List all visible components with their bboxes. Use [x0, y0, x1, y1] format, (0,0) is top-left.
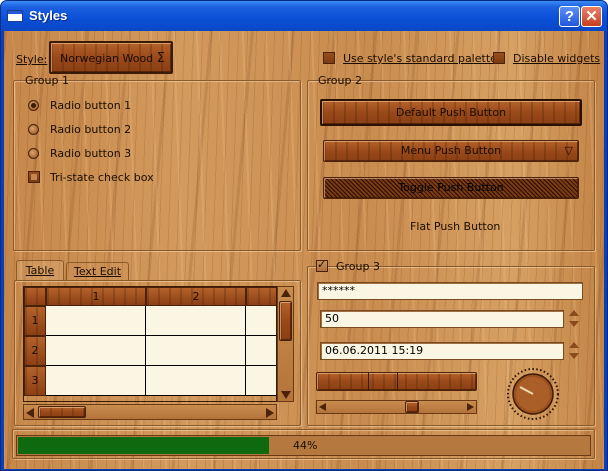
table-vertical-scrollbar[interactable] [277, 286, 294, 402]
group-3-title: Group 3 [336, 260, 380, 273]
close-button[interactable]: ✕ [581, 6, 602, 27]
group-3-checkbox[interactable] [316, 258, 328, 272]
radio-button-1-label: Radio button 1 [50, 99, 132, 112]
tab-table-label: Table [25, 264, 55, 277]
group-1-title: Group 1 [25, 74, 69, 87]
progress-label: 44% [293, 439, 318, 452]
radio-button-1[interactable] [28, 100, 39, 111]
style-label: Style: [16, 53, 48, 66]
row-header-2[interactable]: 2 [24, 336, 46, 366]
radio-button-2[interactable] [28, 124, 39, 135]
spinbox-buttons[interactable] [567, 308, 581, 330]
style-combobox[interactable]: Norwegian Wood Σ [49, 41, 173, 74]
combobox-arrow-icon: Σ [156, 51, 165, 66]
tab-text-edit[interactable]: Text Edit [66, 262, 129, 281]
row-header-3[interactable]: 3 [24, 366, 46, 396]
slider-handle[interactable] [405, 401, 419, 413]
table-cell[interactable] [46, 336, 146, 366]
scrollbar-widget-thumb[interactable] [368, 373, 398, 390]
spinbox-input[interactable]: 50 [320, 310, 564, 328]
scroll-down-arrow-icon[interactable] [281, 391, 291, 399]
datetime-spin-buttons[interactable] [567, 340, 581, 362]
slider-widget[interactable] [316, 400, 477, 414]
horizontal-scrollbar-widget[interactable] [316, 372, 477, 391]
table-horizontal-scrollbar[interactable] [23, 404, 277, 420]
menu-push-button-label: Menu Push Button [400, 144, 502, 157]
datetime-down-icon[interactable] [567, 351, 581, 361]
radio-button-3[interactable] [28, 148, 39, 159]
slider-left-arrow-icon[interactable] [319, 403, 326, 411]
menu-push-button[interactable]: Menu Push Button ▽ [323, 140, 579, 162]
std-palette-checkbox[interactable] [323, 52, 335, 64]
table-cell[interactable] [246, 306, 276, 336]
disable-widgets-label: Disable widgets [513, 52, 601, 65]
window-title: Styles [29, 8, 68, 23]
default-push-button[interactable]: Default Push Button [320, 99, 582, 126]
disable-widgets-checkbox[interactable] [493, 52, 505, 64]
table-cell[interactable] [146, 306, 246, 336]
table-cell[interactable] [146, 366, 246, 396]
tab-text-edit-label: Text Edit [73, 265, 122, 278]
help-button[interactable]: ? [559, 6, 580, 27]
tristate-checkbox-label: Tri-state check box [50, 171, 154, 184]
tristate-checkbox[interactable] [28, 171, 40, 183]
column-header-filler [246, 287, 276, 306]
title-bar[interactable]: Styles ? ✕ [1, 1, 607, 31]
table-cell[interactable] [46, 366, 146, 396]
flat-push-button[interactable]: Flat Push Button [410, 220, 500, 233]
table-cell[interactable] [46, 306, 146, 336]
datetime-up-icon[interactable] [567, 340, 581, 350]
client-area: Style: Norwegian Wood Σ Use style's stan… [4, 31, 604, 469]
scroll-up-arrow-icon[interactable] [281, 289, 291, 297]
row-header-1[interactable]: 1 [24, 306, 46, 336]
styles-window: Styles ? ✕ Style: Norwegian Wood Σ Use s… [0, 0, 608, 471]
group-2-title: Group 2 [318, 74, 362, 87]
column-header-1[interactable]: 1 [46, 287, 146, 306]
horizontal-scroll-thumb[interactable] [38, 406, 86, 418]
style-combobox-value: Norwegian Wood [60, 52, 154, 65]
table-cell[interactable] [146, 336, 246, 366]
tab-table[interactable]: Table [16, 260, 64, 281]
vertical-scroll-thumb[interactable] [279, 301, 292, 341]
dial-widget[interactable] [506, 367, 560, 421]
progress-fill [18, 437, 269, 454]
progress-bar: 44% [16, 435, 591, 456]
std-palette-label: Use style's standard palette [343, 52, 497, 65]
scroll-left-arrow-icon[interactable] [26, 408, 34, 418]
spin-up-icon[interactable] [567, 308, 581, 318]
spin-down-icon[interactable] [567, 319, 581, 329]
table-view[interactable]: 1 2 1 2 3 [23, 286, 277, 402]
slider-right-arrow-icon[interactable] [467, 403, 474, 411]
datetime-input[interactable]: 06.06.2011 15:19 [320, 342, 564, 360]
table-corner[interactable] [24, 287, 46, 306]
window-icon [7, 10, 23, 22]
toggle-push-button[interactable]: Toggle Push Button [323, 177, 579, 199]
menu-arrow-icon: ▽ [564, 144, 573, 157]
password-field[interactable]: ****** [317, 282, 583, 300]
table-cell[interactable] [246, 336, 276, 366]
column-header-2[interactable]: 2 [146, 287, 246, 306]
table-cell[interactable] [246, 366, 276, 396]
scroll-right-arrow-icon[interactable] [266, 408, 274, 418]
radio-button-2-label: Radio button 2 [50, 123, 132, 136]
radio-button-3-label: Radio button 3 [50, 147, 132, 160]
